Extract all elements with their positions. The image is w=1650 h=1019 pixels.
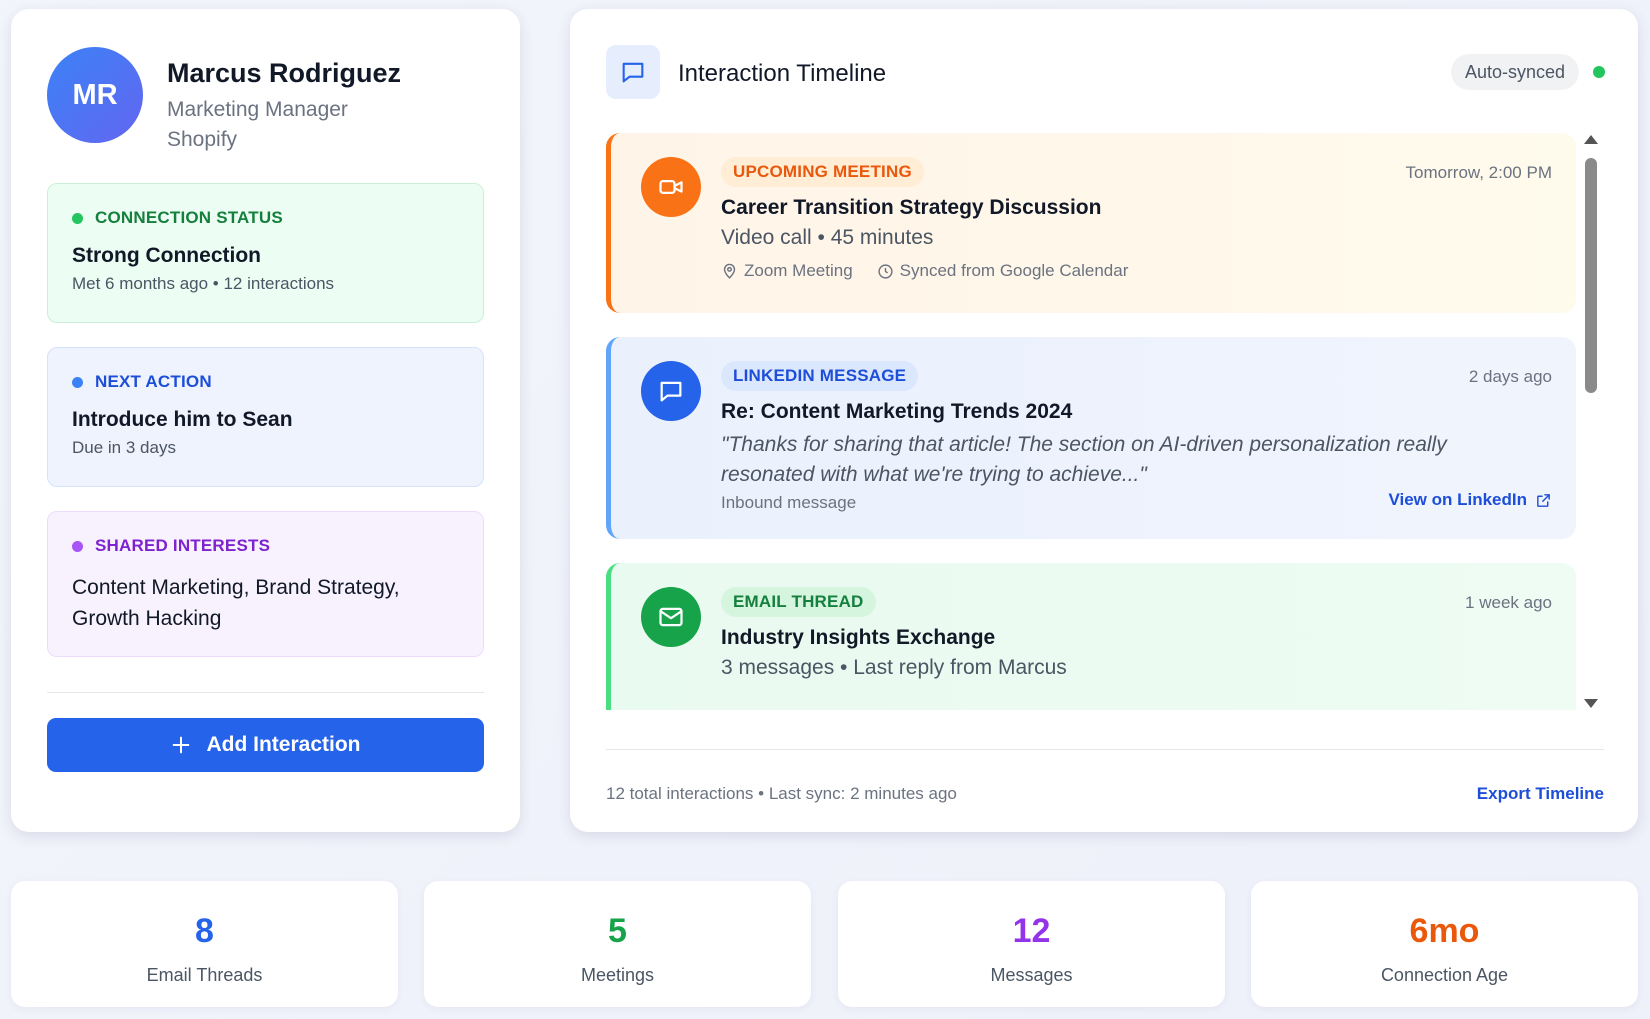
scroll-down-arrow-icon[interactable] (1584, 699, 1598, 708)
add-interaction-button[interactable]: Add Interaction (47, 718, 484, 772)
chat-bubble-icon (660, 381, 682, 402)
email-title: Industry Insights Exchange (721, 626, 996, 649)
linkedin-title: Re: Content Marketing Trends 2024 (721, 400, 1073, 423)
linkedin-time: 2 days ago (1468, 367, 1552, 386)
shared-interests-text: Content Marketing, Brand Strategy, Growt… (72, 576, 400, 630)
meeting-source-label: Synced from Google Calendar (899, 261, 1129, 280)
envelope-icon (659, 607, 683, 627)
export-timeline-link[interactable]: Export Timeline (1477, 784, 1604, 804)
connection-status-title: Strong Connection (72, 244, 261, 267)
interests-dot-icon (72, 540, 83, 552)
external-link-icon (1537, 493, 1550, 507)
stat-value: 5 (608, 912, 627, 950)
shared-interests-label: SHARED INTERESTS (95, 536, 271, 555)
linkedin-quote: "Thanks for sharing that article! The se… (721, 433, 1447, 486)
connection-status-heading: CONNECTION STATUS (72, 208, 459, 228)
profile-company: Shopify (167, 128, 238, 151)
profile-name: Marcus Rodriguez (167, 58, 402, 88)
email-icon-circle (641, 587, 701, 647)
clock-icon (878, 263, 893, 279)
meeting-title: Career Transition Strategy Discussion (721, 196, 1102, 219)
connection-status-box: CONNECTION STATUS Strong Connection Met … (47, 183, 484, 323)
meeting-badge: UPCOMING MEETING (721, 157, 924, 187)
linkedin-icon-circle (641, 361, 701, 421)
timeline-card: Interaction Timeline Auto-synced UPCOMIN… (570, 9, 1638, 832)
stat-value: 6mo (1409, 912, 1480, 950)
email-time: 1 week ago (1465, 593, 1552, 612)
stat-label: Email Threads (146, 965, 263, 985)
meeting-location: Zoom Meeting (721, 261, 853, 281)
meeting-time: Tomorrow, 2:00 PM (1405, 163, 1552, 182)
stat-card-email-threads: 8 Email Threads (11, 881, 398, 1007)
next-action-label: NEXT ACTION (95, 372, 212, 391)
view-on-linkedin-label: View on LinkedIn (1388, 490, 1527, 509)
status-dot-icon (72, 212, 83, 224)
stat-card-connection-age: 6mo Connection Age (1251, 881, 1638, 1007)
shared-interests-heading: SHARED INTERESTS (72, 536, 459, 556)
meeting-source: Synced from Google Calendar (877, 261, 1129, 281)
divider (606, 749, 1604, 750)
connection-status-subtitle: Met 6 months ago • 12 interactions (72, 274, 335, 293)
timeline-list[interactable]: UPCOMING MEETING Tomorrow, 2:00 PM Caree… (606, 133, 1576, 710)
connection-status-label: CONNECTION STATUS (95, 208, 283, 227)
timeline-scrollbar[interactable] (1582, 133, 1600, 710)
next-action-heading: NEXT ACTION (72, 372, 459, 392)
linkedin-direction-label: Inbound message (721, 493, 857, 512)
stat-label: Meetings (580, 965, 655, 985)
timeline-item-email[interactable]: EMAIL THREAD 1 week ago Industry Insight… (606, 563, 1576, 710)
stat-label: Messages (990, 965, 1073, 985)
scrollbar-thumb[interactable] (1585, 158, 1597, 393)
timeline-title: Interaction Timeline (678, 60, 887, 87)
stat-card-messages: 12 Messages (838, 881, 1225, 1007)
next-action-box: NEXT ACTION Introduce him to Sean Due in… (47, 347, 484, 487)
shared-interests-box: SHARED INTERESTS Content Marketing, Bran… (47, 511, 484, 657)
plus-icon (173, 736, 190, 754)
linkedin-badge: LINKEDIN MESSAGE (721, 361, 919, 391)
action-dot-icon (72, 376, 83, 388)
stat-label: Connection Age (1380, 965, 1509, 985)
divider (47, 692, 484, 693)
scroll-up-arrow-icon[interactable] (1584, 135, 1598, 144)
next-action-subtitle: Due in 3 days (72, 438, 176, 457)
auto-synced-badge: Auto-synced (1451, 54, 1580, 90)
timeline-item-meeting[interactable]: UPCOMING MEETING Tomorrow, 2:00 PM Caree… (606, 133, 1576, 313)
profile-role: Marketing Manager (167, 98, 348, 121)
map-pin-icon (723, 263, 736, 279)
email-subtitle: 3 messages • Last reply from Marcus (721, 656, 1067, 679)
avatar: MR (47, 47, 143, 143)
sync-status-dot (1593, 66, 1605, 78)
next-action-title: Introduce him to Sean (72, 408, 293, 431)
meeting-icon-circle (641, 157, 701, 217)
view-on-linkedin-link[interactable]: View on LinkedIn (1388, 490, 1552, 510)
email-badge: EMAIL THREAD (721, 587, 876, 617)
stat-value: 8 (195, 912, 214, 950)
timeline-header-icon (606, 45, 660, 99)
chat-bubble-icon (622, 62, 644, 83)
video-camera-icon (659, 180, 683, 194)
meeting-meta: Zoom Meeting Synced from Google Calendar (721, 261, 1128, 281)
timeline-item-linkedin[interactable]: LINKEDIN MESSAGE 2 days ago Re: Content … (606, 337, 1576, 539)
stat-card-meetings: 5 Meetings (424, 881, 811, 1007)
meeting-location-label: Zoom Meeting (744, 261, 853, 280)
timeline-footer-status: 12 total interactions • Last sync: 2 min… (606, 784, 957, 803)
profile-card: MR Marcus Rodriguez Marketing Manager Sh… (11, 9, 520, 832)
meeting-subtitle: Video call • 45 minutes (721, 226, 934, 249)
stat-value: 12 (1012, 912, 1051, 950)
linkedin-direction: Inbound message (721, 493, 856, 513)
add-interaction-label: Add Interaction (206, 733, 361, 756)
